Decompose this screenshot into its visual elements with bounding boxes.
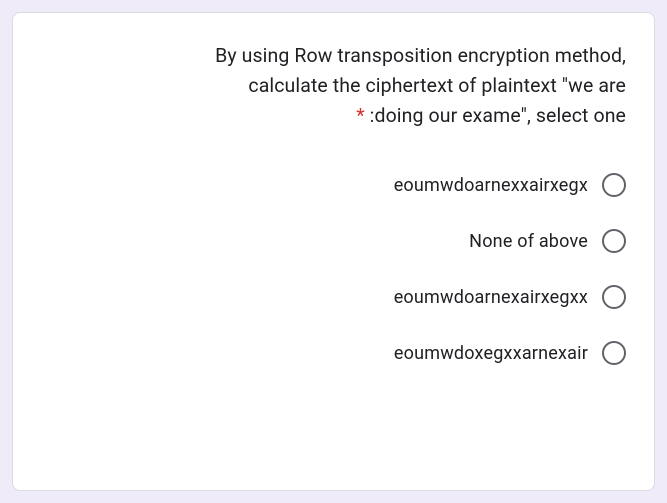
radio-icon xyxy=(602,173,626,197)
option-1[interactable]: eoumwdoarnexxairxegx xyxy=(41,173,626,197)
option-4[interactable]: eoumwdoxegxxarnexair xyxy=(41,341,626,365)
option-label: eoumwdoarnexairxegxx xyxy=(394,287,588,308)
question-line-2: calculate the ciphertext of plaintext "w… xyxy=(248,74,626,97)
radio-icon xyxy=(602,285,626,309)
option-label: eoumwdoarnexxairxegx xyxy=(394,175,588,196)
question-card: By using Row transposition encryption me… xyxy=(12,12,655,491)
required-asterisk: * xyxy=(356,104,365,127)
option-2[interactable]: None of above xyxy=(41,229,626,253)
options-group: eoumwdoarnexxairxegx None of above eoumw… xyxy=(41,173,626,365)
radio-icon xyxy=(602,229,626,253)
question-line-3: :doing our exame", select one xyxy=(370,104,626,127)
question-text: By using Row transposition encryption me… xyxy=(41,41,626,131)
question-line-1: By using Row transposition encryption me… xyxy=(215,44,626,67)
option-label: None of above xyxy=(469,231,588,252)
option-3[interactable]: eoumwdoarnexairxegxx xyxy=(41,285,626,309)
radio-icon xyxy=(602,341,626,365)
option-label: eoumwdoxegxxarnexair xyxy=(394,343,588,364)
